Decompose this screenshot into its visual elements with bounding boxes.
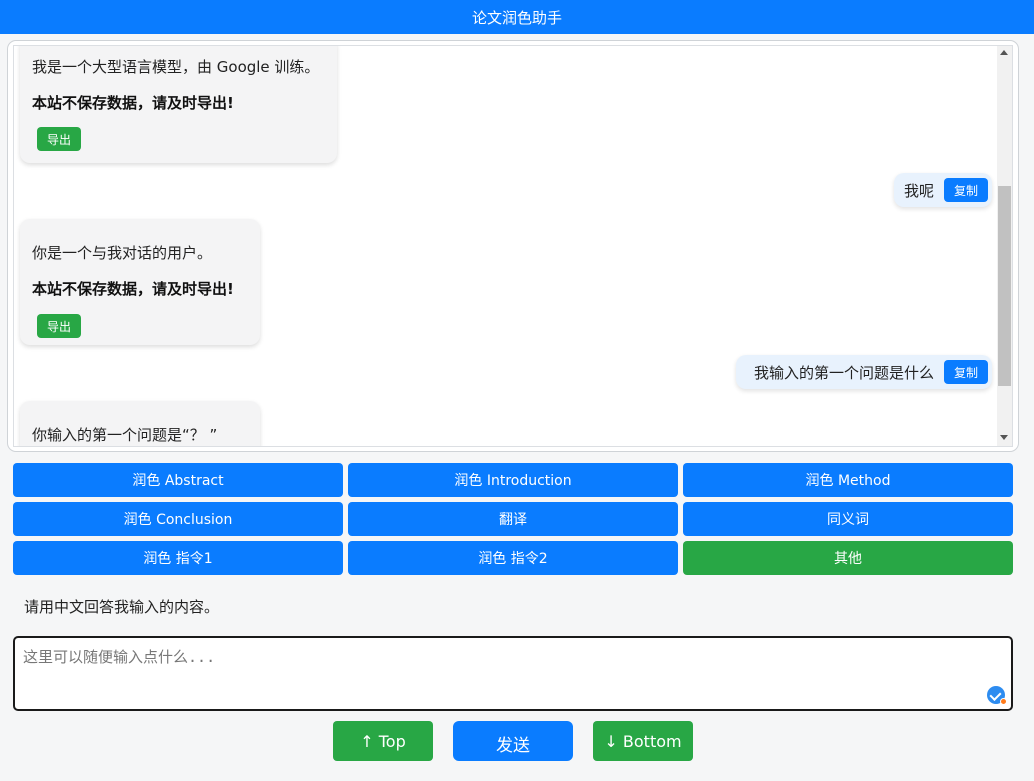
chat-panel: 我是一个大型语言模型，由 Google 训练。 本站不保存数据，请及时导出! 导… xyxy=(7,40,1019,452)
scroll-down-arrow-icon[interactable] xyxy=(1000,435,1008,440)
polish-instruction-2-button[interactable]: 润色 指令2 xyxy=(348,541,678,575)
scroll-top-button[interactable]: ↑ Top xyxy=(333,721,433,761)
message-input-box[interactable] xyxy=(13,636,1013,711)
chat-scrollbar[interactable] xyxy=(997,46,1012,446)
chat-messages: 我是一个大型语言模型，由 Google 训练。 本站不保存数据，请及时导出! 导… xyxy=(14,46,997,446)
assistant-message-text: 我是一个大型语言模型，由 Google 训练。 xyxy=(32,58,320,76)
polish-instruction-1-button[interactable]: 润色 指令1 xyxy=(13,541,343,575)
assistant-message-text: 你输入的第一个问题是“？ ” xyxy=(32,426,218,444)
prompt-hint: 请用中文回答我输入的内容。 xyxy=(24,598,220,616)
scroll-thumb[interactable] xyxy=(998,186,1011,386)
copy-button[interactable]: 复制 xyxy=(944,360,988,384)
other-button[interactable]: 其他 xyxy=(683,541,1013,575)
polish-abstract-button[interactable]: 润色 Abstract xyxy=(13,463,343,497)
scroll-up-arrow-icon[interactable] xyxy=(1000,50,1008,55)
message-input[interactable] xyxy=(23,646,983,701)
save-notice: 本站不保存数据，请及时导出! xyxy=(32,94,234,112)
polish-method-button[interactable]: 润色 Method xyxy=(683,463,1013,497)
polish-introduction-button[interactable]: 润色 Introduction xyxy=(348,463,678,497)
polish-conclusion-button[interactable]: 润色 Conclusion xyxy=(13,502,343,536)
assistant-message: 我是一个大型语言模型，由 Google 训练。 本站不保存数据，请及时导出! 导… xyxy=(20,46,337,163)
export-button[interactable]: 导出 xyxy=(37,314,81,338)
app-title: 论文润色助手 xyxy=(471,8,562,27)
user-message: 我呢 复制 xyxy=(894,173,992,207)
send-button[interactable]: 发送 xyxy=(453,721,573,761)
chat-viewport: 我是一个大型语言模型，由 Google 训练。 本站不保存数据，请及时导出! 导… xyxy=(13,45,1013,447)
save-notice: 本站不保存数据，请及时导出! xyxy=(32,280,234,298)
grammar-status-dot xyxy=(1000,698,1007,705)
app-header: 论文润色助手 xyxy=(0,0,1034,34)
assistant-message-text: 你是一个与我对话的用户。 xyxy=(32,244,213,262)
assistant-message: 你输入的第一个问题是“？ ” xyxy=(20,401,260,446)
user-message-text: 我输入的第一个问题是什么 xyxy=(753,363,934,382)
prompt-button-grid: 润色 Abstract 润色 Introduction 润色 Method 润色… xyxy=(13,463,1013,575)
scroll-bottom-button[interactable]: ↓ Bottom xyxy=(593,721,693,761)
assistant-message: 你是一个与我对话的用户。 本站不保存数据，请及时导出! 导出 xyxy=(20,219,260,345)
user-message: 我输入的第一个问题是什么 复制 xyxy=(736,355,992,389)
synonyms-button[interactable]: 同义词 xyxy=(683,502,1013,536)
export-button[interactable]: 导出 xyxy=(37,127,81,151)
translate-button[interactable]: 翻译 xyxy=(348,502,678,536)
user-message-text: 我呢 xyxy=(903,181,934,200)
copy-button[interactable]: 复制 xyxy=(944,178,988,202)
